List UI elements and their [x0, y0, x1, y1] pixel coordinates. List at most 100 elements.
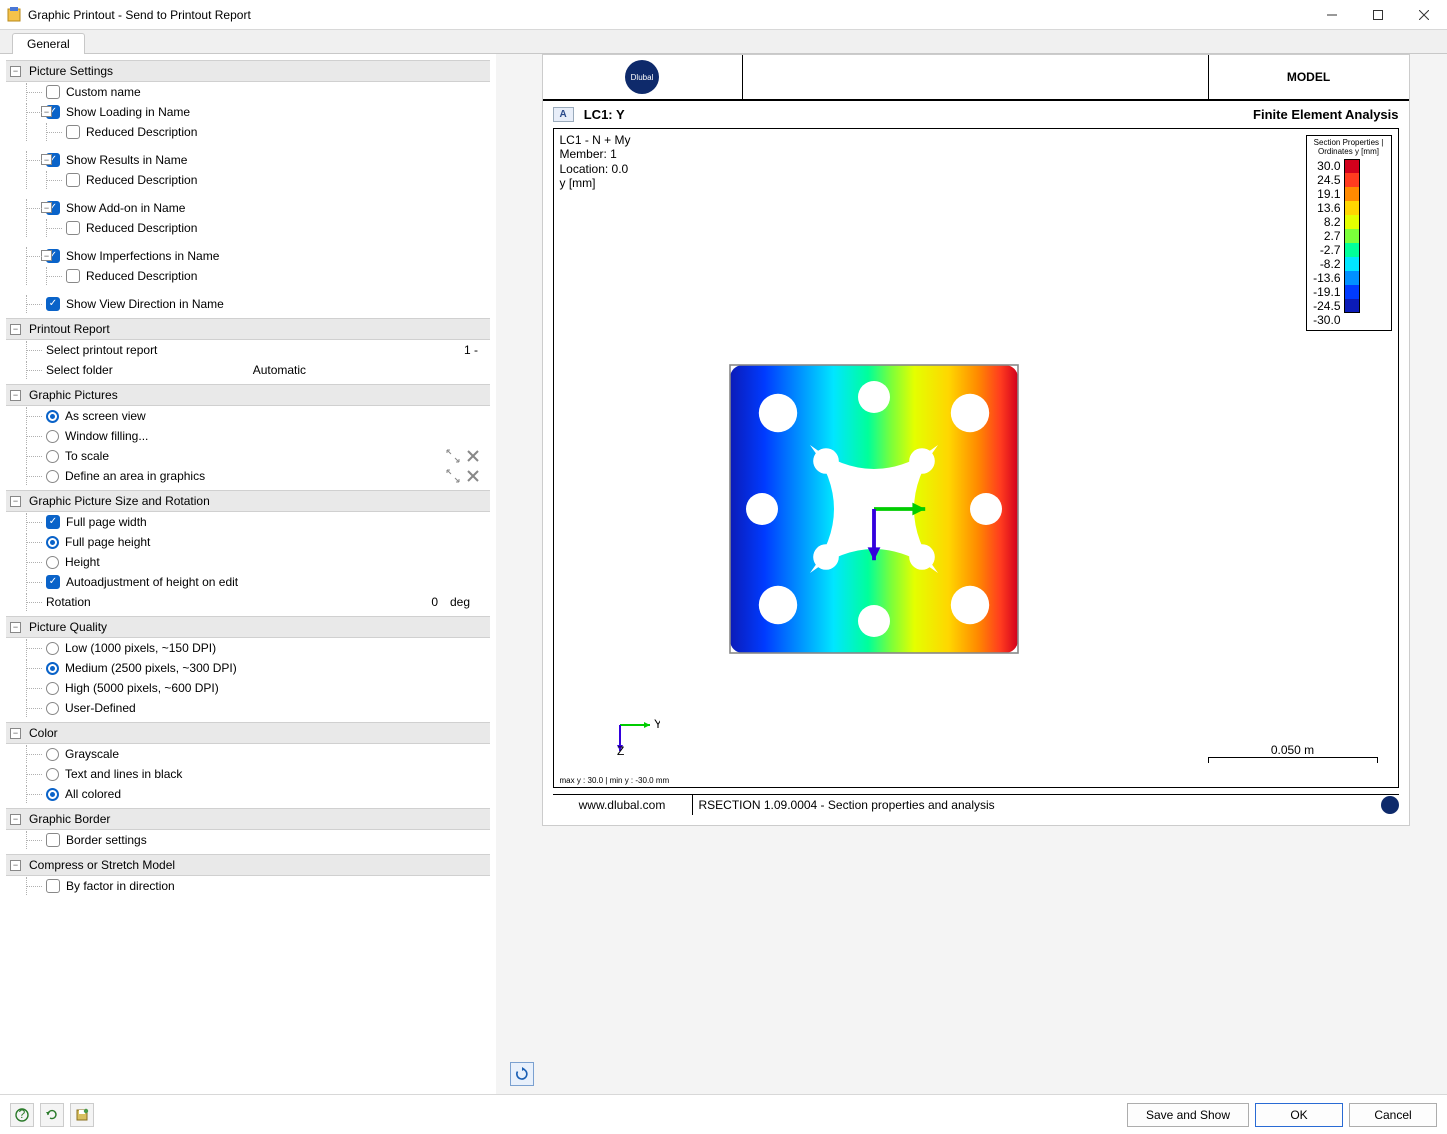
reset-icon [45, 1108, 59, 1122]
section-printout-report: − Printout Report [6, 318, 490, 340]
collapse-icon[interactable]: − [10, 390, 21, 401]
select-printout-report-value[interactable]: 1 - [464, 343, 490, 357]
option-label: Border settings [66, 833, 147, 847]
header-model-label: MODEL [1209, 55, 1409, 99]
collapse-icon[interactable]: − [41, 250, 52, 261]
option-label: All colored [65, 787, 121, 801]
save-and-show-button[interactable]: Save and Show [1127, 1103, 1249, 1127]
option-label: Reduced Description [86, 125, 197, 139]
option-label: Reduced Description [86, 269, 197, 283]
option-label: Full page height [65, 535, 150, 549]
ok-button[interactable]: OK [1255, 1103, 1343, 1127]
collapse-icon[interactable]: − [10, 860, 21, 871]
checkbox-reduced-desc[interactable] [66, 221, 80, 235]
radio-window-filling[interactable] [46, 430, 59, 443]
footer-app: RSECTION 1.09.0004 - Section properties … [693, 795, 1001, 815]
checkbox-reduced-desc[interactable] [66, 125, 80, 139]
option-label: To scale [65, 449, 109, 463]
checkbox-border-settings[interactable] [46, 833, 60, 847]
checkbox-full-page-width[interactable] [46, 515, 60, 529]
close-icon[interactable] [466, 469, 480, 483]
chart-footer: max y : 30.0 | min y : -30.0 mm [560, 776, 670, 785]
checkbox-custom-name[interactable] [46, 85, 60, 99]
collapse-icon[interactable]: − [41, 202, 52, 213]
section-graphic-pictures: − Graphic Pictures [6, 384, 490, 406]
preview-page: Dlubal MODEL A LC1: Y Finite Element Ana… [542, 54, 1410, 826]
rotation-unit: deg [450, 595, 490, 609]
reset-button[interactable] [40, 1103, 64, 1127]
collapse-icon[interactable]: − [10, 66, 21, 77]
collapse-icon[interactable]: − [41, 154, 52, 165]
option-label: As screen view [65, 409, 146, 423]
select-folder-value[interactable]: Automatic [253, 363, 306, 377]
collapse-icon[interactable]: − [10, 622, 21, 633]
option-label: Window filling... [65, 429, 148, 443]
footer-logo-icon [1381, 796, 1399, 814]
section-label: Graphic Picture Size and Rotation [29, 494, 210, 508]
option-label: Reduced Description [86, 173, 197, 187]
section-label: Printout Report [29, 322, 110, 336]
close-button[interactable] [1401, 0, 1447, 30]
checkbox-reduced-desc[interactable] [66, 173, 80, 187]
chart-subtitle: Finite Element Analysis [1253, 107, 1398, 122]
cancel-button[interactable]: Cancel [1349, 1103, 1437, 1127]
chart-info: LC1 - N + MyMember: 1Location: 0.0y [mm] [560, 133, 631, 191]
radio-quality-user[interactable] [46, 702, 59, 715]
refresh-icon [515, 1067, 529, 1081]
option-label: By factor in direction [66, 879, 175, 893]
checkbox-reduced-desc[interactable] [66, 269, 80, 283]
option-label: Rotation [46, 595, 91, 609]
radio-quality-low[interactable] [46, 642, 59, 655]
option-label: Medium (2500 pixels, ~300 DPI) [65, 661, 237, 675]
option-label: Show Results in Name [66, 153, 187, 167]
minimize-button[interactable] [1309, 0, 1355, 30]
section-label: Graphic Border [29, 812, 110, 826]
radio-all-colored[interactable] [46, 788, 59, 801]
save-default-button[interactable] [70, 1103, 94, 1127]
tabstrip: General [0, 30, 1447, 54]
radio-text-black[interactable] [46, 768, 59, 781]
footer-url: www.dlubal.com [553, 795, 693, 815]
collapse-icon[interactable]: − [41, 106, 52, 117]
maximize-button[interactable] [1355, 0, 1401, 30]
option-label: Select printout report [46, 343, 157, 357]
radio-as-screen-view[interactable] [46, 410, 59, 423]
chart-box: LC1 - N + MyMember: 1Location: 0.0y [mm]… [553, 128, 1399, 788]
section-picture-quality: − Picture Quality [6, 616, 490, 638]
option-label: Autoadjustment of height on edit [66, 575, 238, 589]
radio-full-page-height[interactable] [46, 536, 59, 549]
chart-badge: A [553, 107, 574, 122]
section-color: − Color [6, 722, 490, 744]
radio-quality-medium[interactable] [46, 662, 59, 675]
option-label: Show View Direction in Name [66, 297, 224, 311]
scale-bar: 0.050 m [1208, 743, 1378, 763]
rotation-value[interactable]: 0 [431, 595, 450, 609]
section-size-rotation: − Graphic Picture Size and Rotation [6, 490, 490, 512]
checkbox-by-factor[interactable] [46, 879, 60, 893]
checkbox-autoadjust[interactable] [46, 575, 60, 589]
collapse-icon[interactable]: − [10, 728, 21, 739]
collapse-icon[interactable]: − [10, 496, 21, 507]
save-icon [75, 1108, 89, 1122]
refresh-button[interactable] [510, 1062, 534, 1086]
window-title: Graphic Printout - Send to Printout Repo… [28, 8, 251, 22]
option-label: Custom name [66, 85, 141, 99]
collapse-icon[interactable]: − [10, 814, 21, 825]
radio-height[interactable] [46, 556, 59, 569]
radio-quality-high[interactable] [46, 682, 59, 695]
option-label: User-Defined [65, 701, 136, 715]
help-button[interactable]: ? [10, 1103, 34, 1127]
legend-title: Section Properties | Ordinates y [mm] [1310, 139, 1388, 157]
close-icon[interactable] [466, 449, 480, 463]
radio-to-scale[interactable] [46, 450, 59, 463]
axis-indicator: Y Z [610, 705, 660, 757]
expand-arrows-icon[interactable] [446, 449, 460, 463]
option-label: Select folder [46, 363, 113, 377]
scale-label: 0.050 m [1208, 743, 1378, 757]
tab-general[interactable]: General [12, 33, 85, 54]
checkbox-show-view-direction[interactable] [46, 297, 60, 311]
collapse-icon[interactable]: − [10, 324, 21, 335]
expand-arrows-icon[interactable] [446, 469, 460, 483]
radio-grayscale[interactable] [46, 748, 59, 761]
radio-define-area[interactable] [46, 470, 59, 483]
